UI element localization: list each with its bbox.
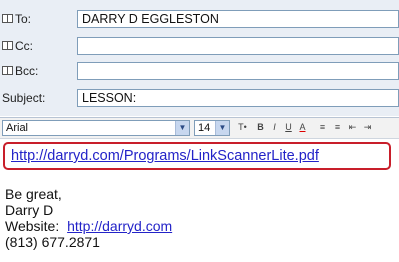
bold-button[interactable]: B: [254, 120, 267, 135]
cc-field[interactable]: [77, 37, 399, 55]
pdf-link[interactable]: http://darryd.com/Programs/LinkScannerLi…: [11, 148, 319, 164]
signature-phone: (813) 677.2871: [5, 234, 100, 250]
font-size-select[interactable]: 14 ▼: [194, 120, 230, 136]
chevron-down-icon[interactable]: ▼: [175, 121, 189, 135]
address-book-icon: [2, 14, 13, 23]
decrease-indent-icon[interactable]: ⇤: [346, 120, 359, 135]
formatting-toolbar: Arial ▼ 14 ▼ T• B I U A ≡ ≡ ⇤ ⇥: [0, 117, 399, 139]
address-book-icon: [2, 66, 13, 75]
message-body[interactable]: http://darryd.com/Programs/LinkScannerLi…: [0, 138, 399, 262]
underline-button[interactable]: U: [282, 120, 295, 135]
to-field[interactable]: DARRY D EGGLESTON: [77, 10, 399, 28]
font-select[interactable]: Arial ▼: [2, 120, 190, 136]
bullet-list-icon[interactable]: ≡: [331, 120, 344, 135]
signature-website: Website: http://darryd.com: [5, 218, 172, 234]
to-label[interactable]: To:: [2, 12, 31, 26]
font-style-icon[interactable]: T•: [236, 120, 249, 135]
cc-label[interactable]: Cc:: [2, 39, 33, 53]
increase-indent-icon[interactable]: ⇥: [361, 120, 374, 135]
website-link[interactable]: http://darryd.com: [67, 218, 172, 234]
bcc-row: Bcc:: [0, 60, 399, 82]
bcc-field[interactable]: [77, 62, 399, 80]
italic-button[interactable]: I: [268, 120, 281, 135]
font-color-button[interactable]: A: [296, 120, 309, 135]
signature-name: Darry D: [5, 202, 54, 218]
chevron-down-icon[interactable]: ▼: [215, 121, 229, 135]
signature-line-1: Be great,: [5, 186, 62, 202]
cc-row: Cc:: [0, 35, 399, 57]
address-book-icon: [2, 41, 13, 50]
subject-row: Subject: LESSON:: [0, 87, 399, 109]
subject-field[interactable]: LESSON:: [77, 89, 399, 107]
numbered-list-icon[interactable]: ≡: [316, 120, 329, 135]
to-row: To: DARRY D EGGLESTON: [0, 8, 399, 30]
highlighted-link-box: http://darryd.com/Programs/LinkScannerLi…: [3, 142, 391, 170]
compose-header: To: DARRY D EGGLESTON Cc: Bcc: Subject: …: [0, 0, 399, 116]
website-label: Website:: [5, 218, 60, 234]
bcc-label[interactable]: Bcc:: [2, 64, 38, 78]
subject-label: Subject:: [2, 91, 46, 105]
